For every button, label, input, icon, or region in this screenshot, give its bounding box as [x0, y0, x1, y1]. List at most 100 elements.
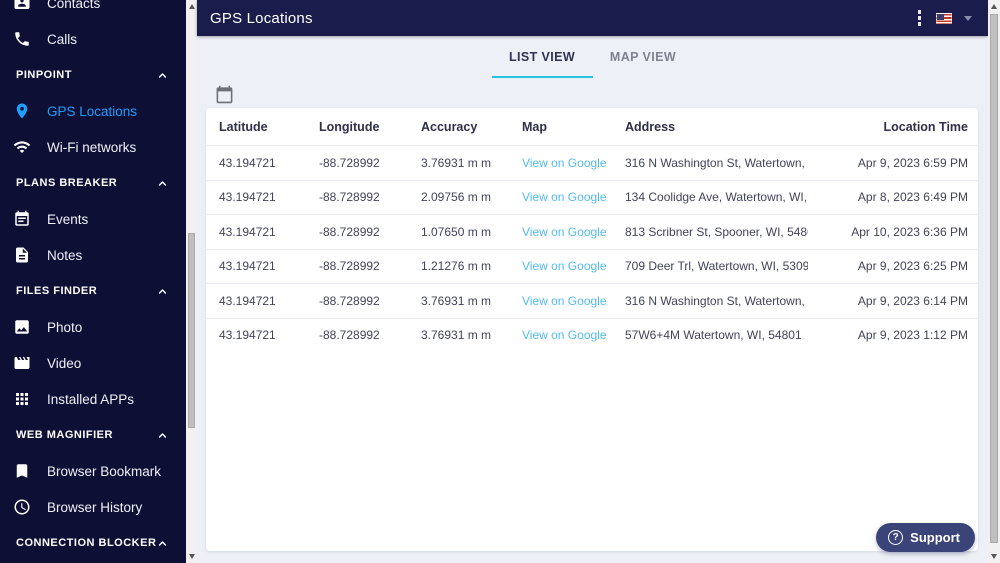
sidebar-item-label: Photo [47, 319, 83, 335]
support-button-label: Support [910, 530, 960, 545]
view-on-google-link[interactable]: View on Google [522, 190, 607, 204]
tab-list-view[interactable]: LIST VIEW [491, 36, 593, 78]
gps-table-card: Latitude Longitude Accuracy Map Address … [206, 108, 978, 551]
longitude-cell: -88.728992 [319, 259, 380, 274]
table-row: 43.194721 -88.728992 3.76931 m m View on… [206, 145, 978, 180]
sidebar-item-installed-apps[interactable]: Installed APPs [0, 381, 186, 417]
address-cell: 316 N Washington St, Watertown, WI, 5480… [625, 155, 808, 170]
history-clock-icon [13, 498, 31, 516]
chevron-up-icon [155, 176, 169, 190]
sidebar-section-web-magnifier[interactable]: WEB MAGNIFIER [0, 417, 186, 453]
chevron-up-icon [156, 536, 169, 550]
accuracy-cell: 1.21276 m m [421, 259, 492, 274]
apps-grid-icon [13, 390, 31, 408]
sidebar: Contacts Calls PINPOINT GPS Locations Wi… [0, 0, 186, 563]
view-on-google-link[interactable]: View on Google [522, 294, 607, 308]
page-title: GPS Locations [210, 9, 313, 27]
latitude-cell: 43.194721 [219, 259, 276, 274]
page-scrollbar[interactable] [988, 0, 1000, 563]
calendar-event-icon [13, 210, 31, 228]
help-circle-icon: ? [888, 530, 904, 545]
us-flag-icon[interactable] [936, 12, 952, 24]
sidebar-item-label: Browser History [47, 499, 143, 515]
sidebar-item-gps-locations[interactable]: GPS Locations [0, 93, 186, 129]
page-scrollbar-thumb[interactable] [990, 14, 998, 543]
location-time-cell: Apr 9, 2023 6:25 PM [857, 259, 968, 274]
table-row: 43.194721 -88.728992 2.09756 m m View on… [206, 179, 978, 215]
location-time-cell: Apr 9, 2023 6:14 PM [857, 293, 968, 308]
latitude-cell: 43.194721 [219, 190, 276, 205]
tab-map-view[interactable]: MAP VIEW [593, 36, 694, 78]
wifi-icon [13, 138, 31, 156]
sidebar-item-notes[interactable]: Notes [0, 237, 186, 273]
sidebar-item-label: Notes [47, 247, 83, 263]
address-cell: 57W6+4M Watertown, WI, 54801 [625, 328, 802, 343]
view-on-google-link[interactable]: View on Google [522, 259, 607, 273]
column-header-address: Address [625, 119, 676, 134]
scroll-up-arrow[interactable] [186, 0, 197, 13]
address-cell: 316 N Washington St, Watertown, WI, 5480… [625, 293, 808, 308]
latitude-cell: 43.194721 [219, 155, 276, 170]
sidebar-item-photo[interactable]: Photo [0, 309, 186, 345]
sidebar-item-label: Wi-Fi networks [47, 139, 137, 155]
sidebar-item-calls[interactable]: Calls [0, 21, 186, 57]
scroll-down-arrow[interactable] [988, 550, 1000, 563]
sidebar-item-label: Events [47, 211, 89, 227]
longitude-cell: -88.728992 [319, 155, 380, 170]
column-header-longitude: Longitude [319, 119, 380, 134]
accuracy-cell: 3.76931 m m [421, 328, 492, 343]
sidebar-nav: Contacts Calls PINPOINT GPS Locations Wi… [0, 0, 186, 561]
sidebar-item-video[interactable]: Video [0, 345, 186, 381]
table-row: 43.194721 -88.728992 3.76931 m m View on… [206, 283, 978, 318]
longitude-cell: -88.728992 [319, 190, 380, 205]
sidebar-item-browser-history[interactable]: Browser History [0, 489, 186, 525]
location-time-cell: Apr 10, 2023 6:36 PM [851, 224, 968, 239]
sidebar-section-connection-blocker[interactable]: CONNECTION BLOCKER [0, 525, 186, 561]
sidebar-section-plans-breaker[interactable]: PLANS BREAKER [0, 165, 186, 201]
caret-down-icon[interactable] [964, 15, 972, 21]
main-panel: GPS Locations LIST VIEW MAP VIEW Latitud… [197, 0, 988, 563]
table-row: 43.194721 -88.728992 1.07650 m m View on… [206, 214, 978, 249]
latitude-cell: 43.194721 [219, 293, 276, 308]
topbar: GPS Locations [197, 0, 988, 36]
contacts-icon [13, 0, 31, 12]
table-row: 43.194721 -88.728992 3.76931 m m View on… [206, 317, 978, 353]
video-icon [13, 354, 31, 372]
sidebar-item-label: Installed APPs [47, 391, 135, 407]
sidebar-item-browser-bookmark[interactable]: Browser Bookmark [0, 453, 186, 489]
accuracy-cell: 3.76931 m m [421, 155, 492, 170]
support-button[interactable]: ? Support [876, 523, 975, 552]
sidebar-scrollbar-thumb[interactable] [188, 233, 195, 428]
sidebar-section-pinpoint[interactable]: PINPOINT [0, 57, 186, 93]
location-pin-icon [13, 102, 31, 120]
kebab-menu-icon[interactable] [915, 7, 925, 29]
column-header-accuracy: Accuracy [421, 119, 478, 134]
sidebar-item-label: GPS Locations [47, 103, 138, 119]
scroll-down-arrow[interactable] [186, 550, 197, 563]
app-window: Contacts Calls PINPOINT GPS Locations Wi… [0, 0, 1000, 563]
sidebar-item-contacts[interactable]: Contacts [0, 0, 186, 21]
address-cell: 709 Deer Trl, Watertown, WI, 53094 [625, 259, 808, 274]
latitude-cell: 43.194721 [219, 328, 276, 343]
sidebar-section-files-finder[interactable]: FILES FINDER [0, 273, 186, 309]
address-cell: 134 Coolidge Ave, Watertown, WI, 54801 [625, 190, 808, 205]
sidebar-scrollbar[interactable] [186, 0, 197, 563]
sidebar-item-label: Contacts [47, 0, 101, 11]
chevron-up-icon [155, 68, 169, 82]
view-on-google-link[interactable]: View on Google [522, 328, 607, 342]
latitude-cell: 43.194721 [219, 224, 276, 239]
view-on-google-link[interactable]: View on Google [522, 156, 607, 170]
note-icon [13, 246, 31, 264]
address-cell: 813 Scribner St, Spooner, WI, 54801 [625, 224, 808, 239]
column-header-latitude: Latitude [219, 119, 268, 134]
view-on-google-link[interactable]: View on Google [522, 225, 607, 239]
scroll-up-arrow[interactable] [988, 0, 1000, 13]
accuracy-cell: 2.09756 m m [421, 190, 492, 205]
sidebar-item-events[interactable]: Events [0, 201, 186, 237]
sidebar-item-wifi-networks[interactable]: Wi-Fi networks [0, 129, 186, 165]
longitude-cell: -88.728992 [319, 224, 380, 239]
calendar-icon[interactable] [213, 83, 235, 105]
sidebar-item-label: Calls [47, 31, 78, 47]
sidebar-item-label: Video [47, 355, 82, 371]
sidebar-section-label: PLANS BREAKER [16, 177, 118, 189]
